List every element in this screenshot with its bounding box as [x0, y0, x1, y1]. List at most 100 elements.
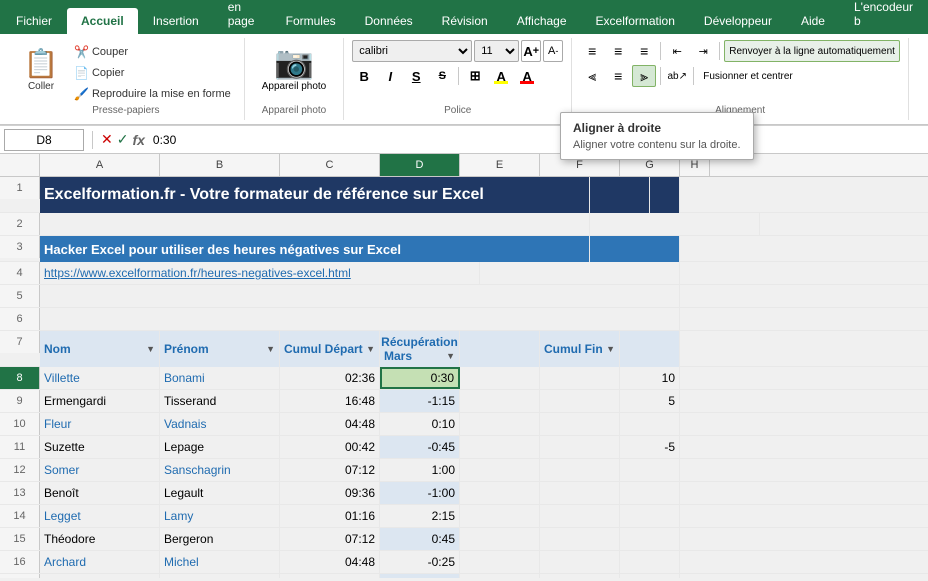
- cell-C15[interactable]: 07:12: [280, 528, 380, 550]
- cell-E13[interactable]: [460, 482, 540, 504]
- cell-A17[interactable]: Yves: [40, 574, 160, 578]
- tab-fichier[interactable]: Fichier: [2, 8, 66, 34]
- col-header-C[interactable]: C: [280, 154, 380, 176]
- cell-A13[interactable]: Benoît: [40, 482, 160, 504]
- cell-C9[interactable]: 16:48: [280, 390, 380, 412]
- increase-indent-button[interactable]: ⇥: [691, 40, 715, 62]
- cell-E8[interactable]: [460, 367, 540, 389]
- cell-G10[interactable]: [620, 413, 680, 435]
- row-number-6[interactable]: 6: [0, 308, 40, 330]
- merge-center-button[interactable]: Fusionner et centrer: [698, 65, 798, 87]
- copier-button[interactable]: 📄 Copier: [69, 63, 236, 83]
- cell-A1[interactable]: Excelformation.fr - Votre formateur de r…: [40, 177, 590, 213]
- cell-G12[interactable]: [620, 459, 680, 481]
- row-number-12[interactable]: 12: [0, 459, 40, 481]
- cell-F15[interactable]: [540, 528, 620, 550]
- row-number-9[interactable]: 9: [0, 390, 40, 412]
- cell-C13[interactable]: 09:36: [280, 482, 380, 504]
- cell-E15[interactable]: [460, 528, 540, 550]
- cell-reference-input[interactable]: [4, 129, 84, 151]
- cell-D7[interactable]: Récupération Mars ▼: [380, 331, 460, 367]
- row-number-7[interactable]: 7: [0, 331, 40, 353]
- tab-revision[interactable]: Révision: [428, 8, 502, 34]
- row-number-10[interactable]: 10: [0, 413, 40, 435]
- cell-E9[interactable]: [460, 390, 540, 412]
- cell-E11[interactable]: [460, 436, 540, 458]
- cell-D8[interactable]: 0:30: [380, 367, 460, 389]
- cell-A3[interactable]: Hacker Excel pour utiliser des heures né…: [40, 236, 590, 262]
- cell-A6[interactable]: [40, 308, 680, 330]
- appareil-photo-button[interactable]: 📷 Appareil photo: [253, 40, 336, 95]
- row-number-11[interactable]: 11: [0, 436, 40, 458]
- cell-F13[interactable]: [540, 482, 620, 504]
- mars-filter-arrow[interactable]: ▼: [446, 351, 455, 361]
- decrease-font-size-button[interactable]: A-: [543, 40, 563, 62]
- cell-B17[interactable]: Lapresse: [160, 574, 280, 578]
- cell-B8[interactable]: Bonami: [160, 367, 280, 389]
- cell-A15[interactable]: Théodore: [40, 528, 160, 550]
- confirm-formula-icon[interactable]: ✓: [117, 131, 129, 148]
- cell-B15[interactable]: Bergeron: [160, 528, 280, 550]
- cancel-formula-icon[interactable]: ✕: [101, 131, 113, 148]
- strikethrough-button[interactable]: S: [430, 65, 454, 87]
- borders-button[interactable]: ⊞: [463, 65, 487, 87]
- cell-G15[interactable]: [620, 528, 680, 550]
- row-number-2[interactable]: 2: [0, 213, 40, 235]
- wrap-text-button[interactable]: Renvoyer à la ligne automatiquement: [724, 40, 900, 62]
- underline-button[interactable]: S: [404, 65, 428, 87]
- row-number-13[interactable]: 13: [0, 482, 40, 504]
- cell-rest-2[interactable]: [590, 213, 760, 235]
- cell-A8[interactable]: Villette: [40, 367, 160, 389]
- paste-button[interactable]: 📋 Coller: [16, 40, 66, 97]
- cell-A11[interactable]: Suzette: [40, 436, 160, 458]
- row-number-8[interactable]: 8: [0, 367, 40, 389]
- align-left-button[interactable]: ⫷: [580, 65, 604, 87]
- cell-D16[interactable]: -0:25: [380, 551, 460, 573]
- cell-B10[interactable]: Vadnais: [160, 413, 280, 435]
- font-family-select[interactable]: calibri: [352, 40, 472, 62]
- cell-B11[interactable]: Lepage: [160, 436, 280, 458]
- cell-F11[interactable]: [540, 436, 620, 458]
- cell-B7[interactable]: Prénom ▼: [160, 331, 280, 367]
- align-top-left-button[interactable]: ≡: [580, 40, 604, 62]
- font-color-button[interactable]: A: [515, 65, 539, 87]
- row-number-16[interactable]: 16: [0, 551, 40, 573]
- cell-A4[interactable]: https://www.excelformation.fr/heures-neg…: [40, 262, 480, 284]
- align-center-button[interactable]: ≡: [606, 65, 630, 87]
- insert-function-icon[interactable]: fx: [132, 132, 144, 148]
- cell-A9[interactable]: Ermengardi: [40, 390, 160, 412]
- tab-aide[interactable]: Aide: [787, 8, 839, 34]
- cell-D12[interactable]: 1:00: [380, 459, 460, 481]
- cell-E16[interactable]: [460, 551, 540, 573]
- col-header-D[interactable]: D: [380, 154, 460, 176]
- row-number-3[interactable]: 3: [0, 236, 40, 258]
- cell-A12[interactable]: Somer: [40, 459, 160, 481]
- row-number-1[interactable]: 1: [0, 177, 40, 199]
- cell-E10[interactable]: [460, 413, 540, 435]
- tab-formules[interactable]: Formules: [272, 8, 350, 34]
- cell-F7[interactable]: Cumul Fin ▼: [540, 331, 620, 367]
- align-top-center-button[interactable]: ≡: [606, 40, 630, 62]
- cell-H1[interactable]: [650, 177, 680, 213]
- italic-button[interactable]: I: [378, 65, 402, 87]
- cell-D13[interactable]: -1:00: [380, 482, 460, 504]
- cell-C14[interactable]: 01:16: [280, 505, 380, 527]
- cell-F10[interactable]: [540, 413, 620, 435]
- cell-E14[interactable]: [460, 505, 540, 527]
- increase-font-size-button[interactable]: A+: [521, 40, 541, 62]
- cell-rest-4[interactable]: [480, 262, 680, 284]
- tab-accueil[interactable]: Accueil: [67, 8, 138, 34]
- prenom-filter-arrow[interactable]: ▼: [266, 344, 275, 354]
- reproduire-button[interactable]: 🖌️ Reproduire la mise en forme: [69, 84, 236, 104]
- cell-G7[interactable]: [620, 331, 680, 367]
- cell-G16[interactable]: [620, 551, 680, 573]
- cell-E7[interactable]: [460, 331, 540, 367]
- cell-A7[interactable]: Nom ▼: [40, 331, 160, 367]
- tab-mise-en-page[interactable]: Mise en page: [214, 0, 271, 34]
- col-header-E[interactable]: E: [460, 154, 540, 176]
- cell-B12[interactable]: Sanschagrin: [160, 459, 280, 481]
- cumul-fin-filter-arrow[interactable]: ▼: [606, 344, 615, 354]
- font-size-select[interactable]: 11: [474, 40, 519, 62]
- cell-F16[interactable]: [540, 551, 620, 573]
- cell-C10[interactable]: 04:48: [280, 413, 380, 435]
